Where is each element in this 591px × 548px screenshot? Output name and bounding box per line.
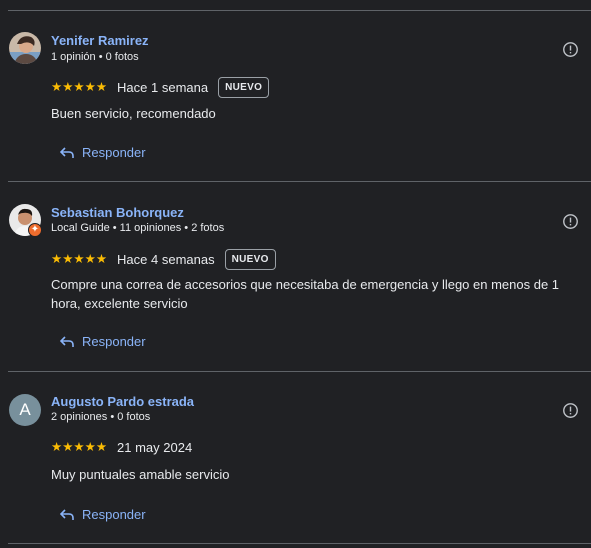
review-date: Hace 1 semana [117, 79, 209, 95]
star-rating: ★★★★★ [51, 251, 108, 266]
star-rating: ★★★★★ [51, 79, 108, 94]
reply-button[interactable]: Responder [60, 507, 146, 522]
reply-label: Responder [82, 507, 146, 522]
divider-bottom [8, 543, 591, 544]
reviewer-meta: 2 opiniones • 0 fotos [51, 411, 151, 423]
reply-arrow-icon [60, 146, 74, 158]
reply-label: Responder [82, 145, 146, 160]
new-badge: NUEVO [218, 76, 270, 98]
person-photo-icon [9, 32, 41, 64]
review-text: Buen servicio, recomendado [51, 106, 216, 121]
reviewer-name[interactable]: Yenifer Ramirez [51, 33, 149, 48]
new-badge: NUEVO [224, 248, 276, 270]
reply-arrow-icon [60, 335, 74, 347]
avatar[interactable]: ✦ [9, 204, 42, 237]
avatar[interactable]: A [9, 394, 41, 426]
avatar[interactable] [9, 32, 41, 64]
review-text: Muy puntuales amable servicio [51, 467, 230, 482]
local-guide-badge-icon: ✦ [28, 223, 42, 237]
reviewer-meta: Local Guide • 11 opiniones • 2 fotos [51, 222, 225, 234]
rating-row: ★★★★★ 21 may 2024 [51, 436, 192, 458]
report-flag-icon[interactable] [562, 41, 579, 58]
review-card: Yenifer Ramirez 1 opinión • 0 fotos ★★★★… [0, 0, 591, 180]
reviewer-name[interactable]: Sebastian Bohorquez [51, 205, 184, 220]
star-rating: ★★★★★ [51, 439, 108, 454]
rating-row: ★★★★★ Hace 4 semanas NUEVO [51, 248, 276, 270]
divider [8, 181, 591, 182]
review-text: Compre una correa de accesorios que nece… [51, 277, 560, 311]
letter-avatar: A [9, 394, 41, 426]
review-date: 21 may 2024 [117, 439, 193, 455]
rating-row: ★★★★★ Hace 1 semana NUEVO [51, 76, 270, 98]
reviewer-name[interactable]: Augusto Pardo estrada [51, 394, 194, 409]
report-flag-icon[interactable] [562, 213, 579, 230]
reply-arrow-icon [60, 508, 74, 520]
report-flag-icon[interactable] [562, 402, 579, 419]
reply-button[interactable]: Responder [60, 334, 146, 349]
review-date: Hace 4 semanas [117, 251, 215, 267]
reply-label: Responder [82, 334, 146, 349]
reply-button[interactable]: Responder [60, 145, 146, 160]
reviewer-meta: 1 opinión • 0 fotos [51, 51, 139, 63]
divider [8, 371, 591, 372]
